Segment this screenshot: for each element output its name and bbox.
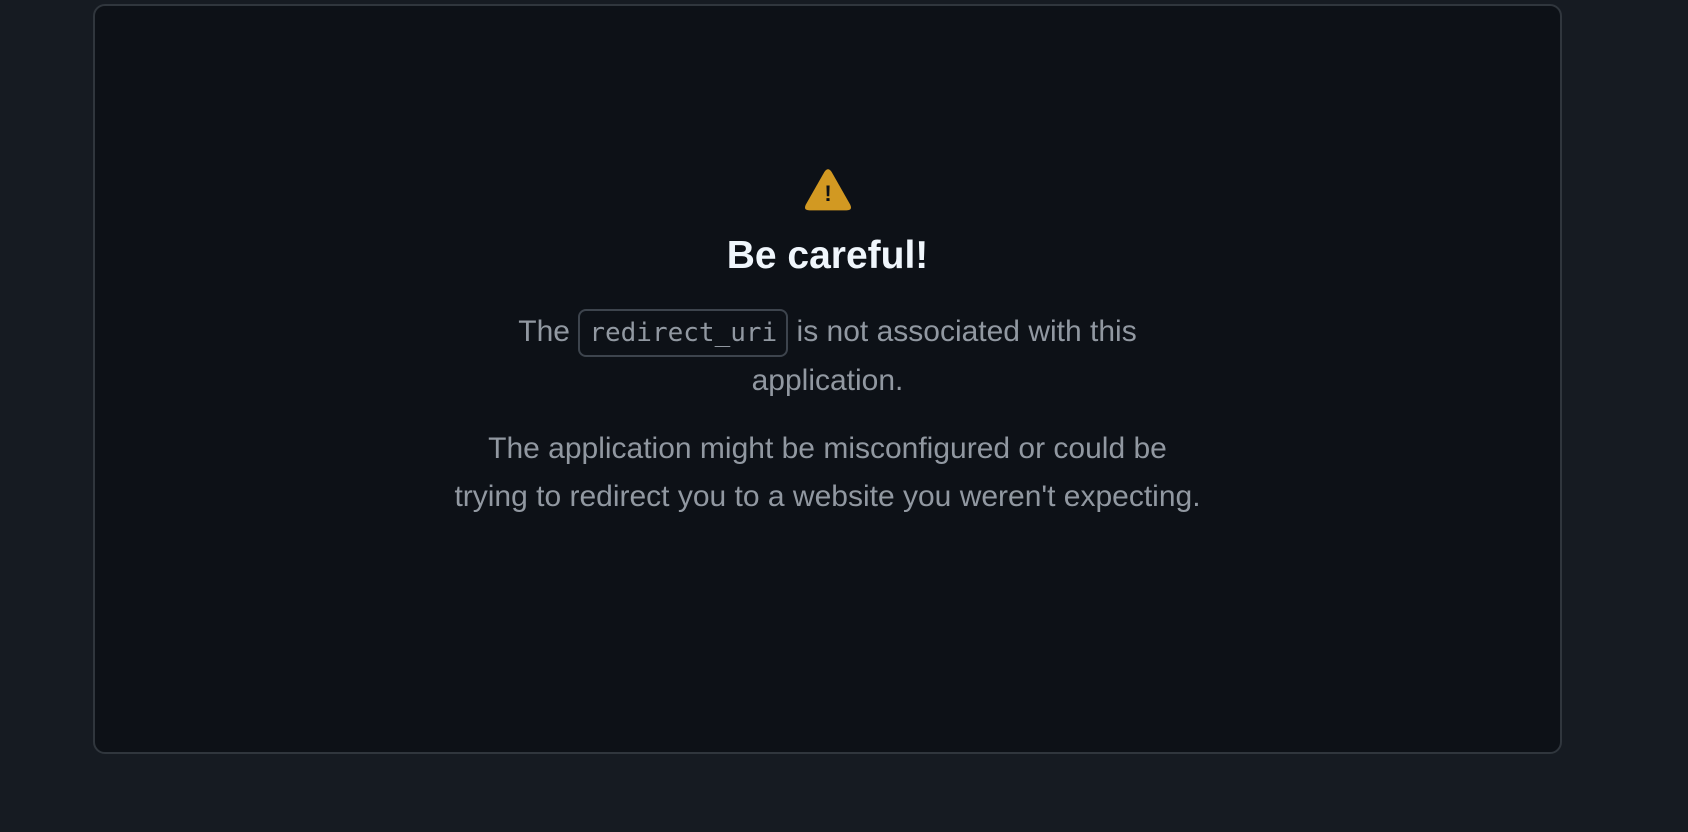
message-prefix: The	[518, 315, 570, 348]
message-suffix: is not associated with this application.	[751, 315, 1137, 397]
page-title: Be careful!	[726, 234, 929, 277]
error-card: ! Be careful! The redirect_uri is not as…	[93, 4, 1562, 754]
redirect-uri-message: The redirect_uri is not associated with …	[468, 308, 1188, 405]
alert-triangle-icon: !	[804, 169, 851, 211]
alert-icon-glyph: !	[824, 181, 831, 206]
page: ! Be careful! The redirect_uri is not as…	[0, 0, 1688, 832]
error-content: ! Be careful! The redirect_uri is not as…	[95, 168, 1560, 521]
misconfiguration-detail: The application might be misconfigured o…	[454, 432, 1201, 513]
redirect-uri-code: redirect_uri	[578, 309, 789, 357]
